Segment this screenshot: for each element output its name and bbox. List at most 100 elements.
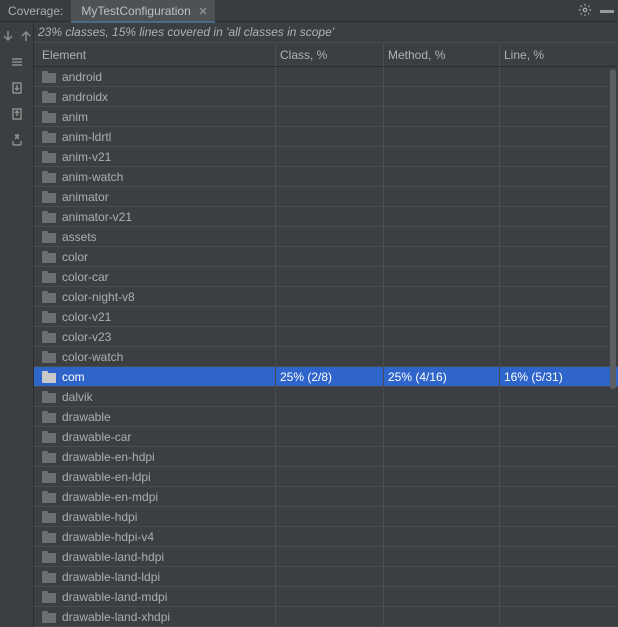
table-row[interactable]: color-v21 <box>34 307 618 327</box>
tool-gutter <box>0 22 34 627</box>
autoscroll-to-source-icon[interactable] <box>9 80 25 96</box>
method-cell <box>384 387 500 406</box>
line-cell <box>500 207 614 226</box>
table-row[interactable]: dalvik <box>34 387 618 407</box>
class-cell <box>276 287 384 306</box>
scrollbar-thumb[interactable] <box>610 69 616 389</box>
folder-icon <box>42 291 56 303</box>
table-row[interactable]: drawable-en-mdpi <box>34 487 618 507</box>
method-cell <box>384 567 500 586</box>
line-cell <box>500 167 614 186</box>
method-cell <box>384 147 500 166</box>
header-element[interactable]: Element <box>34 43 276 66</box>
tab-configuration[interactable]: MyTestConfiguration <box>71 0 214 22</box>
element-name: color <box>62 250 88 264</box>
element-name: drawable-land-hdpi <box>62 550 164 564</box>
class-cell <box>276 347 384 366</box>
tab-label: MyTestConfiguration <box>81 4 190 18</box>
table-row[interactable]: androidx <box>34 87 618 107</box>
table-row[interactable]: drawable-land-mdpi <box>34 587 618 607</box>
element-name: animator-v21 <box>62 210 132 224</box>
element-name: drawable-car <box>62 430 131 444</box>
gear-icon[interactable] <box>578 3 592 20</box>
line-cell <box>500 107 614 126</box>
export-icon[interactable] <box>9 132 25 148</box>
method-cell <box>384 347 500 366</box>
table-row[interactable]: drawable-land-ldpi <box>34 567 618 587</box>
table-row[interactable]: drawable-car <box>34 427 618 447</box>
table-row[interactable]: drawable-land-xhdpi <box>34 607 618 627</box>
table-row[interactable]: drawable-en-hdpi <box>34 447 618 467</box>
folder-icon <box>42 311 56 323</box>
folder-icon <box>42 151 56 163</box>
autoscroll-from-source-icon[interactable] <box>9 106 25 122</box>
table-row[interactable]: assets <box>34 227 618 247</box>
table-row[interactable]: drawable-hdpi-v4 <box>34 527 618 547</box>
line-cell <box>500 507 614 526</box>
table-row[interactable]: color-night-v8 <box>34 287 618 307</box>
table-row[interactable]: anim-watch <box>34 167 618 187</box>
class-cell <box>276 407 384 426</box>
method-cell <box>384 267 500 286</box>
method-cell <box>384 227 500 246</box>
arrow-up-icon[interactable] <box>18 28 34 44</box>
table-row[interactable]: anim-v21 <box>34 147 618 167</box>
close-icon[interactable] <box>197 5 209 17</box>
element-name: color-v21 <box>62 310 111 324</box>
table-row[interactable]: animator-v21 <box>34 207 618 227</box>
folder-icon <box>42 531 56 543</box>
element-name: dalvik <box>62 390 93 404</box>
method-cell <box>384 327 500 346</box>
class-cell <box>276 567 384 586</box>
table-row[interactable]: color-car <box>34 267 618 287</box>
folder-icon <box>42 251 56 263</box>
header-method[interactable]: Method, % <box>384 43 500 66</box>
table-row[interactable]: drawable-hdpi <box>34 507 618 527</box>
table-row[interactable]: drawable-en-ldpi <box>34 467 618 487</box>
header-line[interactable]: Line, % <box>500 43 614 66</box>
table-row[interactable]: color <box>34 247 618 267</box>
folder-icon <box>42 351 56 363</box>
line-cell <box>500 307 614 326</box>
element-name: anim-v21 <box>62 150 111 164</box>
table-row[interactable]: anim-ldrtl <box>34 127 618 147</box>
flatten-packages-icon[interactable] <box>9 54 25 70</box>
class-cell <box>276 267 384 286</box>
line-cell <box>500 527 614 546</box>
vertical-scrollbar[interactable] <box>610 69 616 627</box>
line-cell <box>500 227 614 246</box>
folder-icon <box>42 131 56 143</box>
table-row[interactable]: drawable-land-hdpi <box>34 547 618 567</box>
table-row[interactable]: android <box>34 67 618 87</box>
class-cell <box>276 327 384 346</box>
class-cell <box>276 247 384 266</box>
table-row[interactable]: color-v23 <box>34 327 618 347</box>
method-cell <box>384 187 500 206</box>
method-cell <box>384 107 500 126</box>
class-cell <box>276 127 384 146</box>
table-row[interactable]: animator <box>34 187 618 207</box>
coverage-summary: 23% classes, 15% lines covered in 'all c… <box>34 22 618 43</box>
class-cell: 25% (2/8) <box>276 367 384 386</box>
element-name: anim-ldrtl <box>62 130 111 144</box>
folder-icon <box>42 571 56 583</box>
table-row[interactable]: com25% (2/8)25% (4/16)16% (5/31) <box>34 367 618 387</box>
arrow-down-icon[interactable] <box>0 28 16 44</box>
class-cell <box>276 207 384 226</box>
element-name: anim <box>62 110 88 124</box>
method-cell <box>384 487 500 506</box>
line-cell <box>500 87 614 106</box>
element-name: color-watch <box>62 350 123 364</box>
method-cell <box>384 507 500 526</box>
hide-icon[interactable] <box>600 10 614 13</box>
table-row[interactable]: color-watch <box>34 347 618 367</box>
line-cell: 16% (5/31) <box>500 367 614 386</box>
line-cell <box>500 67 614 86</box>
line-cell <box>500 607 614 626</box>
header-class[interactable]: Class, % <box>276 43 384 66</box>
folder-icon <box>42 391 56 403</box>
method-cell <box>384 607 500 626</box>
table-row[interactable]: drawable <box>34 407 618 427</box>
table-row[interactable]: anim <box>34 107 618 127</box>
line-cell <box>500 247 614 266</box>
